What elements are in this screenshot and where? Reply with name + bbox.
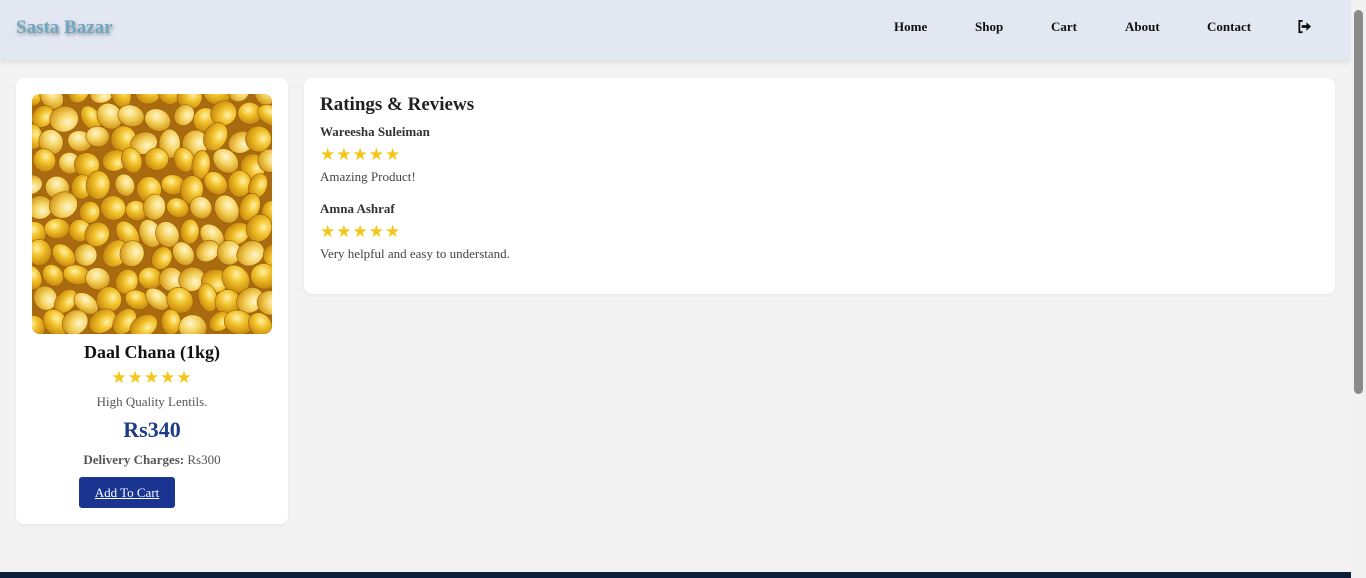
nav-link-contact[interactable]: Contact	[1207, 19, 1251, 35]
nav-link-about[interactable]: About	[1125, 19, 1160, 35]
footer	[0, 572, 1351, 578]
delivery-charges: Delivery Charges: Rs300	[16, 452, 288, 468]
review-item: Amna Ashraf ★★★★★ Very helpful and easy …	[320, 201, 1220, 262]
product-image	[32, 94, 272, 334]
sign-out-icon[interactable]	[1297, 19, 1312, 34]
review-author: Wareesha Suleiman	[320, 124, 430, 139]
navbar: Sasta Bazar Home Shop Cart About Contact	[0, 0, 1351, 60]
reviews-card: Ratings & Reviews Wareesha Suleiman ★★★★…	[304, 78, 1335, 294]
scrollbar-thumb[interactable]	[1354, 10, 1363, 394]
product-card: Daal Chana (1kg) ★★★★★ High Quality Lent…	[16, 78, 288, 524]
delivery-value: Rs300	[187, 452, 221, 467]
review-item: Wareesha Suleiman ★★★★★ Amazing Product!	[320, 124, 1220, 185]
review-rating-stars: ★★★★★	[320, 145, 402, 164]
review-text: Amazing Product!	[320, 169, 416, 184]
review-rating-stars: ★★★★★	[320, 222, 402, 241]
product-price: Rs340	[123, 417, 181, 442]
add-to-cart-button[interactable]: Add To Cart	[79, 477, 175, 508]
nav-link-cart[interactable]: Cart	[1051, 19, 1077, 35]
review-author: Amna Ashraf	[320, 201, 395, 216]
product-rating-stars: ★★★★★	[111, 368, 193, 387]
nav-links: Home Shop Cart About Contact	[0, 19, 1351, 39]
nav-link-shop[interactable]: Shop	[975, 19, 1003, 35]
nav-link-home[interactable]: Home	[894, 19, 927, 35]
delivery-label: Delivery Charges:	[83, 452, 185, 467]
product-name: Daal Chana (1kg)	[83, 342, 221, 362]
product-description: High Quality Lentils.	[96, 394, 208, 409]
reviews-title: Ratings & Reviews	[320, 94, 475, 115]
review-text: Very helpful and easy to understand.	[320, 246, 510, 261]
